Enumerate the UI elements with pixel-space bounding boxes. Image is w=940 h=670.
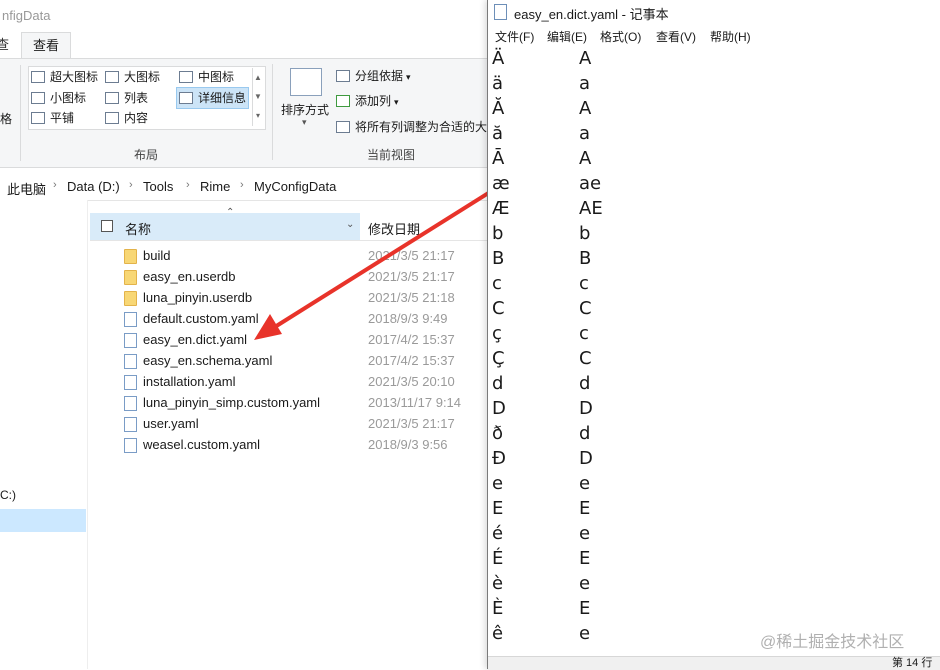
line-mapping: e [579,523,591,544]
line-mapping: D [579,398,593,419]
notepad-title: easy_en.dict.yaml - 记事本 [514,7,669,22]
line-mapping: e [579,623,591,644]
line-mapping: A [579,48,592,69]
menu-format[interactable]: 格式(O) [600,28,641,45]
notepad-menubar: 文件(F) 编辑(E) 格式(O) 查看(V) 帮助(H) [488,26,940,46]
notepad-icon [494,4,507,20]
line-mapping: e [579,573,591,594]
notepad-titlebar: easy_en.dict.yaml - 记事本 [488,0,940,26]
line-mapping: ae [579,173,602,194]
line-mapping: c [579,273,589,294]
line-char: c [492,273,502,294]
line-char: C [492,298,505,319]
line-mapping: E [579,598,591,619]
line-mapping: A [579,98,592,119]
line-char: è [492,573,504,594]
watermark: @稀土掘金技术社区 [760,634,905,651]
line-mapping: a [579,73,591,94]
line-char: Ā [492,148,505,169]
line-char: B [492,248,505,269]
menu-help[interactable]: 帮助(H) [710,28,751,45]
line-mapping: C [579,348,592,369]
arrow-head [254,314,282,340]
line-mapping: d [579,423,591,444]
line-mapping: D [579,448,593,469]
line-mapping: B [579,248,592,269]
line-char: ă [492,123,504,144]
notepad-statusbar: 第 14 行 [488,656,940,670]
line-char: ç [492,323,502,344]
line-char: b [492,223,504,244]
line-mapping: E [579,548,591,569]
line-char: Ä [492,48,505,69]
line-char: Ă [492,98,505,119]
line-char: D [492,398,506,419]
line-char: Ç [492,348,505,369]
line-mapping: C [579,298,592,319]
line-char: ð [492,423,504,444]
line-mapping: d [579,373,591,394]
line-mapping: AE [579,198,603,219]
line-char: ê [492,623,504,644]
line-char: E [492,498,504,519]
status-line-number: 第 14 行 [892,657,933,669]
line-char: È [492,598,504,619]
line-mapping: E [579,498,591,519]
line-char: Æ [492,198,510,219]
line-mapping: e [579,473,591,494]
line-mapping: A [579,148,592,169]
line-mapping: a [579,123,591,144]
menu-view[interactable]: 查看(V) [656,28,696,45]
notepad-text-area[interactable]: Ä Aä a Ă Aă a Ā Aæ ae Æ AE b b B Bc c C Cç c Ç Cd d D Dð d Đ De e E E… [488,46,940,656]
line-char: æ [492,173,510,194]
line-char: Đ [492,448,506,469]
line-char: ä [492,73,504,94]
line-mapping: b [579,223,591,244]
line-char: É [492,548,504,569]
line-mapping: c [579,323,589,344]
notepad-window: easy_en.dict.yaml - 记事本 文件(F) 编辑(E) 格式(O… [487,0,940,670]
menu-file[interactable]: 文件(F) [495,28,534,45]
line-char: e [492,473,504,494]
menu-edit[interactable]: 编辑(E) [547,28,587,45]
line-char: d [492,373,504,394]
line-char: é [492,523,504,544]
